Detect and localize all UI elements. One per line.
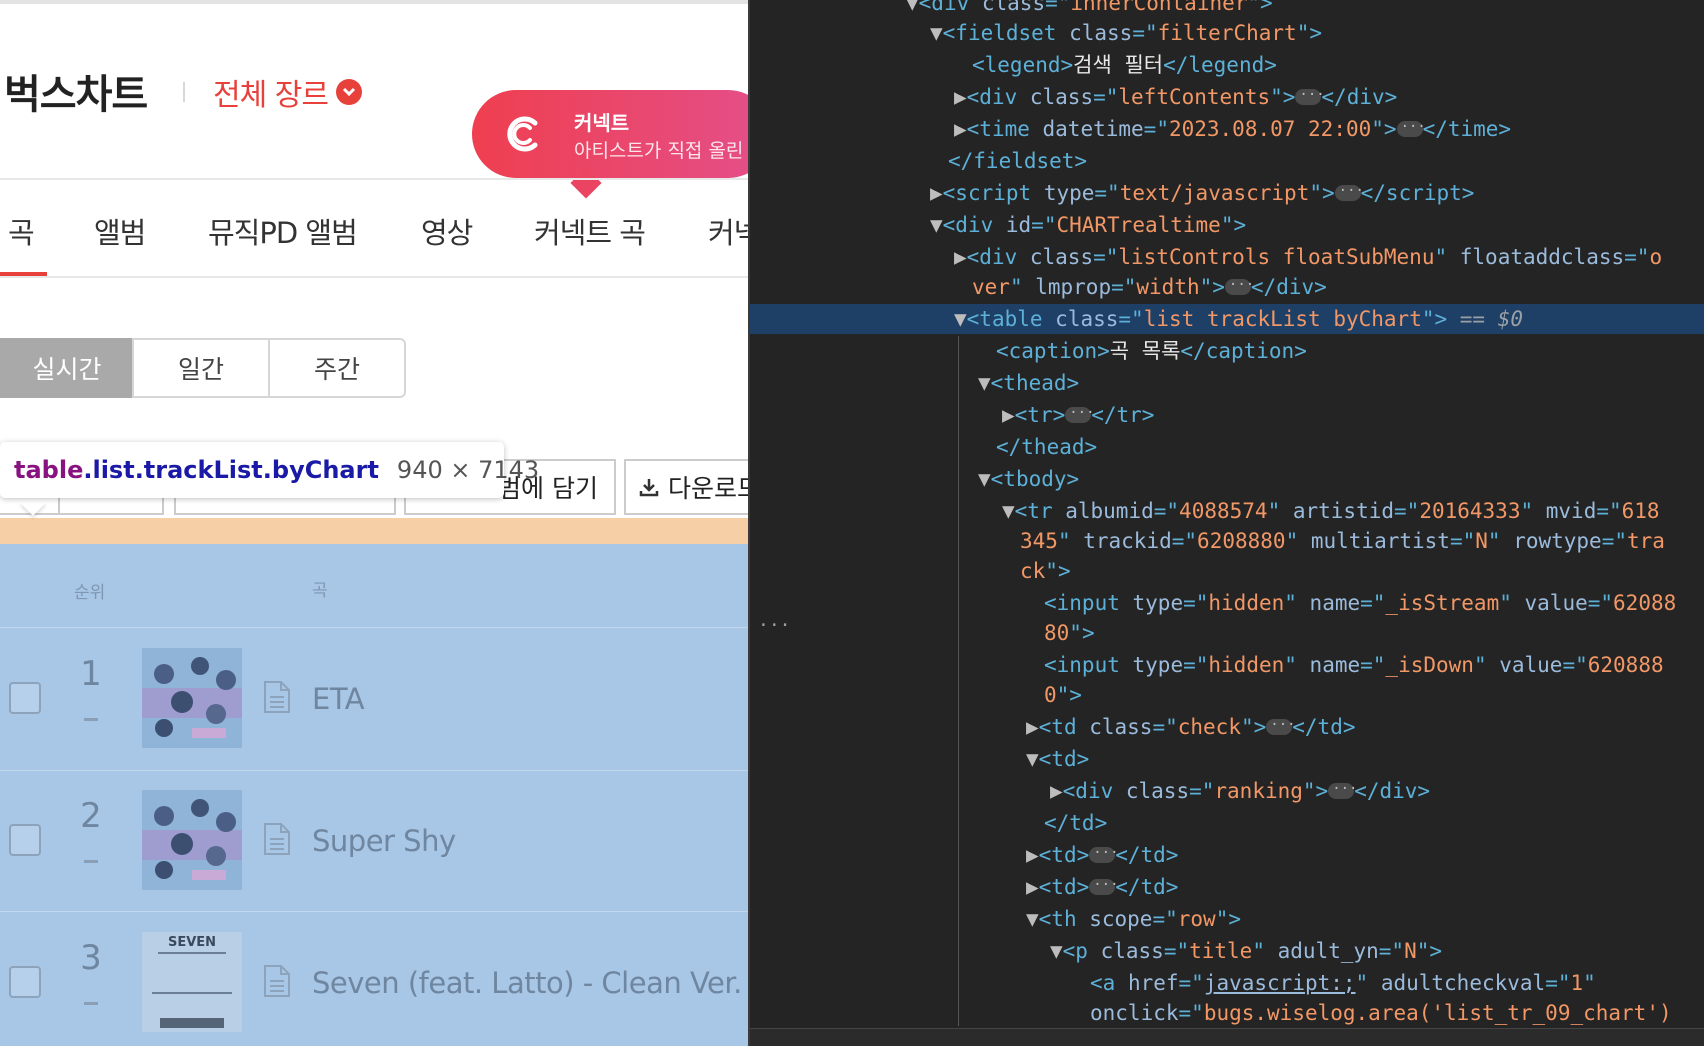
dom-node-chartrealtime[interactable]: ▼<div id="CHARTrealtime"> [930, 210, 1246, 240]
dom-node-track-row-cont[interactable]: 345" trackid="6208880" multiartist="N" r… [1020, 526, 1665, 556]
dom-node-fieldset-close[interactable]: </fieldset> [948, 146, 1087, 176]
svg-text:SEVEN: SEVEN [168, 935, 216, 950]
dom-node-script[interactable]: ▶<script type="text/javascript"></script… [930, 176, 1474, 208]
tabs-bottom-border [0, 276, 748, 278]
column-header-rank: 순위 [74, 583, 106, 603]
collapsed-ellipsis-icon[interactable] [1328, 774, 1358, 804]
tooltip-classes: .list.trackList.byChart [83, 456, 379, 484]
row-divider [0, 627, 748, 628]
tab-musicpd-album[interactable]: 뮤직PD 앨범 [208, 210, 358, 252]
download-button[interactable]: 다운로드 [624, 459, 748, 515]
dom-node-input-down[interactable]: <input type="hidden" name="_isDown" valu… [1044, 650, 1664, 680]
period-weekly[interactable]: 주간 [268, 338, 406, 398]
dom-node-fieldset[interactable]: ▼<fieldset class="filterChart"> [930, 18, 1322, 48]
dom-node-caption[interactable]: <caption>곡 목록</caption> [996, 336, 1307, 366]
bugs-chart-page: 벅스차트 전체 장르 커넥트 아티스트가 직접 올린 곡 앨범 뮤직PD 앨범 … [0, 0, 748, 1046]
dom-node-td[interactable]: ▼<td> [1026, 744, 1089, 774]
dom-node-innercontainer[interactable]: ▼<div class="innerContainer"> [906, 0, 1273, 18]
lyrics-icon[interactable] [262, 822, 292, 856]
tab-album[interactable]: 앨범 [94, 210, 146, 252]
lyrics-icon[interactable] [262, 964, 292, 998]
collapsed-ellipsis-icon[interactable] [1295, 80, 1325, 110]
lyrics-icon[interactable] [262, 680, 292, 714]
inspect-tooltip: table .list.trackList.byChart 940 × 7143 [0, 442, 539, 498]
top-divider [0, 0, 748, 4]
song-title[interactable]: ETA [312, 682, 365, 716]
dom-node-td-2[interactable]: ▶<td></td> [1026, 838, 1178, 870]
row-divider [0, 770, 748, 771]
dom-node-td-close[interactable]: </td> [1044, 808, 1107, 838]
dom-node-th-row[interactable]: ▼<th scope="row"> [1026, 904, 1241, 934]
dom-node-thead-tr[interactable]: ▶<tr></tr> [1002, 398, 1154, 430]
rank-change-icon [84, 718, 98, 721]
album-cover-image[interactable] [142, 790, 242, 890]
tooltip-dimensions: 940 × 7143 [396, 456, 540, 484]
album-cover-image[interactable] [142, 648, 242, 748]
dom-node-listcontrols[interactable]: ▶<div class="listControls floatSubMenu" … [954, 242, 1662, 272]
dom-node-td-check[interactable]: ▶<td class="check"></td> [1026, 710, 1355, 742]
dom-node-a-link-cont[interactable]: onclick="bugs.wiselog.area('list_tr_09_c… [1090, 998, 1672, 1028]
inspect-margin-highlight [0, 518, 748, 544]
banner-subtitle: 아티스트가 직접 올린 [574, 140, 744, 162]
tabs-top-border [0, 178, 748, 180]
collapsed-ellipsis-icon[interactable] [1224, 270, 1254, 300]
genre-dropdown[interactable]: 전체 장르 [213, 70, 362, 114]
tab-song[interactable]: 곡 [8, 210, 35, 252]
dom-node-tbody[interactable]: ▼<tbody> [978, 464, 1079, 494]
album-cover-image[interactable]: SEVEN [142, 932, 242, 1032]
dom-node-legend[interactable]: <legend>검색 필터</legend> [972, 50, 1277, 80]
genre-label: 전체 장르 [213, 78, 329, 113]
download-icon [639, 479, 659, 497]
dom-node-thead-close[interactable]: </thead> [996, 432, 1097, 462]
collapsed-ellipsis-icon[interactable] [1089, 838, 1119, 868]
row-checkbox[interactable] [9, 824, 41, 856]
dom-node-input-down-cont[interactable]: 0"> [1044, 680, 1082, 710]
song-title[interactable]: Super Shy [312, 824, 456, 858]
dom-node-time[interactable]: ▶<time datetime="2023.08.07 22:00"></tim… [954, 112, 1511, 144]
column-header-song: 곡 [312, 581, 328, 601]
tree-guide-line [958, 336, 959, 1026]
dom-node-track-row-cont2[interactable]: ck"> [1020, 556, 1071, 586]
banner-title: 커넥트 [574, 111, 630, 135]
tab-connect-more[interactable]: 커넥 [708, 210, 748, 252]
collapsed-ellipsis-icon[interactable] [1396, 112, 1426, 142]
dom-node-listcontrols-cont[interactable]: ver" lmprop="width"></div> [972, 270, 1327, 302]
download-label: 다운로드 [668, 474, 748, 503]
rank-number: 2 [80, 796, 102, 836]
dom-node-p-title[interactable]: ▼<p class="title" adult_yn="N"> [1050, 936, 1442, 966]
dom-node-table-selected[interactable]: ··· ▼<table class="list trackList byChart… [750, 304, 1704, 636]
rank-number: 1 [80, 654, 102, 694]
tab-connect-song[interactable]: 커넥트 곡 [534, 210, 646, 252]
title-separator [183, 82, 185, 102]
devtools-elements-panel[interactable]: ▼<div class="innerContainer"> ▼<fieldset… [748, 0, 1704, 1046]
dom-node-a-link[interactable]: <a href="javascript:;" adultcheckval="1" [1090, 968, 1596, 998]
row-divider [0, 911, 748, 912]
period-daily[interactable]: 일간 [132, 338, 270, 398]
tooltip-tag: table [14, 456, 84, 484]
collapsed-ellipsis-icon[interactable] [1065, 398, 1095, 428]
dom-node-thead[interactable]: ▼<thead> [978, 368, 1079, 398]
dom-node-input-stream-cont[interactable]: 80"> [1044, 618, 1095, 648]
rank-change-icon [84, 1002, 98, 1005]
dom-node-ranking[interactable]: ▶<div class="ranking"></div> [1050, 774, 1430, 806]
collapsed-ellipsis-icon[interactable] [1089, 870, 1119, 900]
tab-video[interactable]: 영상 [421, 210, 473, 252]
more-options-icon[interactable]: ··· [758, 611, 791, 641]
page-title: 벅스차트 [4, 72, 148, 118]
row-checkbox[interactable] [9, 966, 41, 998]
rank-number: 3 [80, 938, 102, 978]
devtools-breadcrumb-bar[interactable] [750, 1028, 1704, 1046]
dom-node-td-3[interactable]: ▶<td></td> [1026, 870, 1178, 902]
collapsed-ellipsis-icon[interactable] [1266, 710, 1296, 740]
dom-node-track-row[interactable]: ▼<tr albumid="4088574" artistid="2016433… [1002, 496, 1660, 526]
period-realtime[interactable]: 실시간 [0, 338, 134, 398]
dom-node-input-stream[interactable]: <input type="hidden" name="_isStream" va… [1044, 588, 1676, 618]
dom-node-leftcontents[interactable]: ▶<div class="leftContents"></div> [954, 80, 1397, 112]
collapsed-ellipsis-icon[interactable] [1334, 176, 1364, 206]
row-checkbox[interactable] [9, 682, 41, 714]
chevron-down-icon [335, 79, 362, 105]
rank-change-icon [84, 860, 98, 863]
connect-logo-icon [507, 116, 538, 152]
song-title[interactable]: Seven (feat. Latto) - Clean Ver. [312, 966, 742, 1000]
